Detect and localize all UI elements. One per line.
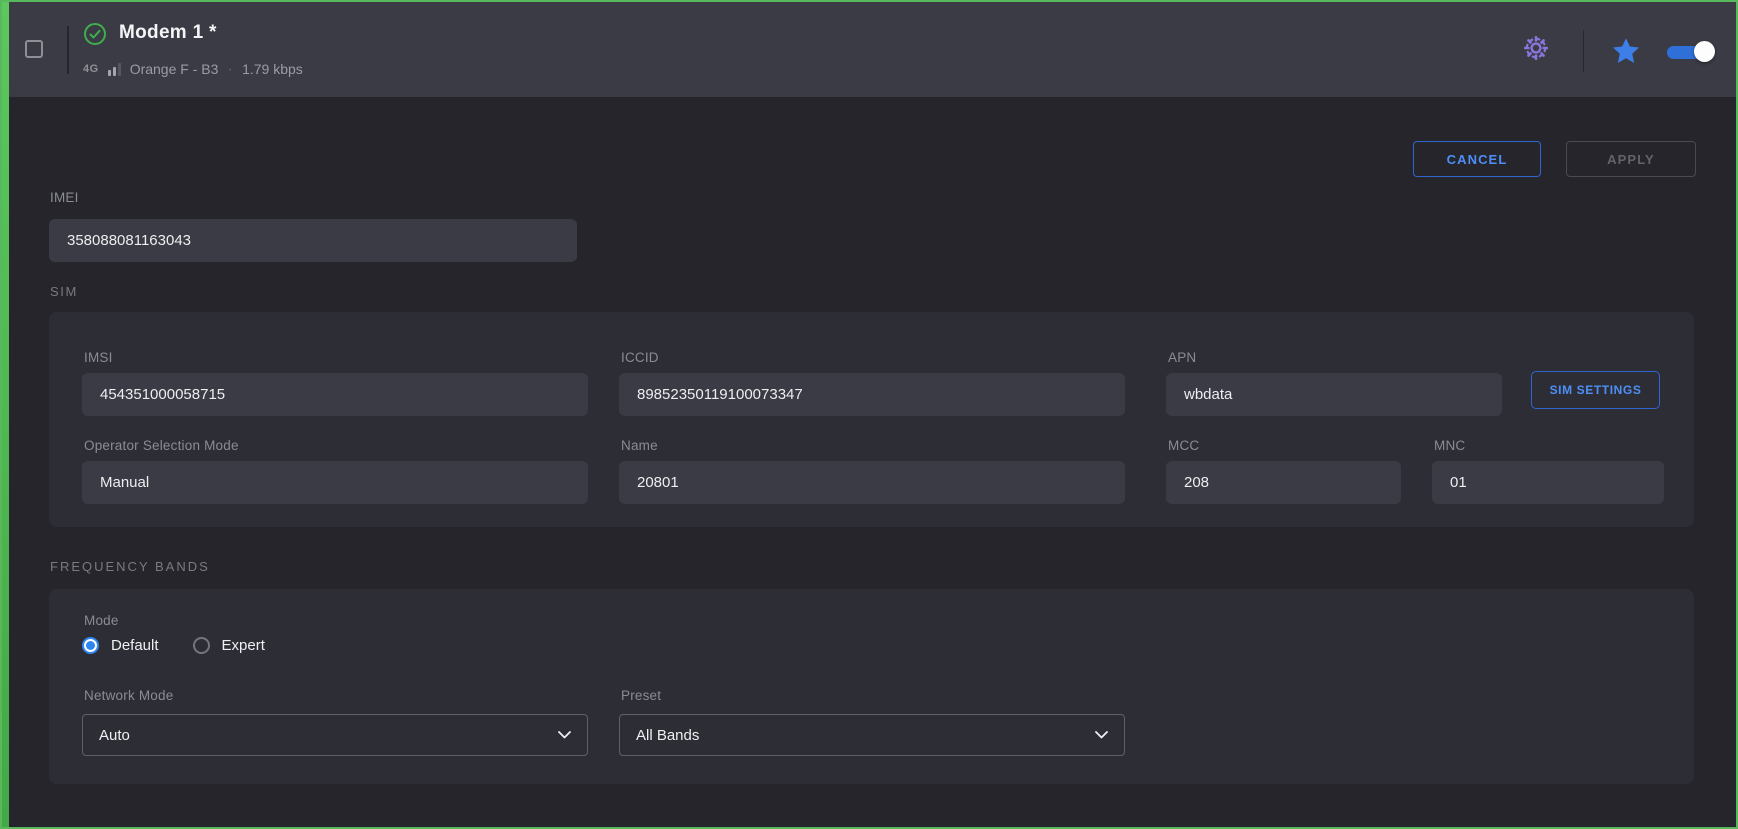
radio-selected-icon (82, 637, 99, 654)
operator-selection-mode-label: Operator Selection Mode (84, 438, 239, 453)
frequency-bands-section-label: FREQUENCY BANDS (50, 559, 210, 574)
network-mode-value: Auto (99, 727, 130, 744)
radio-default-label: Default (111, 637, 159, 654)
iccid-label: ICCID (621, 350, 659, 365)
mode-radio-group: Default Expert (82, 637, 265, 654)
preset-dropdown[interactable]: All Bands (619, 714, 1125, 756)
mode-label: Mode (84, 613, 119, 628)
signal-bars-icon (108, 63, 121, 76)
select-modem-checkbox[interactable] (25, 40, 43, 58)
operator-label: Orange F - B3 (130, 61, 219, 77)
sim-panel: IMSI ICCID APN SIM SETTINGS Operator Sel… (49, 312, 1694, 527)
cancel-button[interactable]: CANCEL (1413, 141, 1541, 177)
iccid-input[interactable] (619, 373, 1125, 416)
operator-selection-mode-input[interactable] (82, 461, 588, 504)
radio-expert-label: Expert (222, 637, 265, 654)
header-divider (67, 26, 69, 74)
apn-label: APN (1168, 350, 1196, 365)
mnc-label: MNC (1434, 438, 1465, 453)
frequency-bands-panel: Mode Default Expert Network Mode Auto Pr… (49, 589, 1694, 784)
selected-accent-strip (2, 2, 9, 827)
preset-value: All Bands (636, 727, 699, 744)
radio-unselected-icon (193, 637, 210, 654)
network-tech-label: 4G (83, 63, 99, 75)
preset-label: Preset (621, 688, 661, 703)
apn-input[interactable] (1166, 373, 1502, 416)
imsi-input[interactable] (82, 373, 588, 416)
header-right-divider (1583, 30, 1584, 72)
star-icon[interactable] (1611, 36, 1641, 66)
sim-section-label: SIM (50, 284, 78, 299)
modem-status-row: 4G Orange F - B3 · 1.79 kbps (83, 60, 303, 78)
bitrate-label: 1.79 kbps (242, 61, 303, 77)
network-mode-dropdown[interactable]: Auto (82, 714, 588, 756)
chevron-down-icon (558, 731, 571, 739)
modem-settings-window: Modem 1 * 4G Orange F - B3 · 1.79 kbps (0, 0, 1738, 829)
mcc-label: MCC (1168, 438, 1199, 453)
dot-separator: · (227, 64, 233, 74)
radio-expert[interactable]: Expert (193, 637, 265, 654)
mnc-input[interactable] (1432, 461, 1664, 504)
gear-icon[interactable] (1519, 31, 1553, 65)
imsi-label: IMSI (84, 350, 113, 365)
name-input[interactable] (619, 461, 1125, 504)
name-label: Name (621, 438, 658, 453)
radio-default[interactable]: Default (82, 637, 159, 654)
modem-title: Modem 1 * (119, 22, 217, 44)
sim-settings-button[interactable]: SIM SETTINGS (1531, 371, 1660, 409)
network-mode-label: Network Mode (84, 688, 173, 703)
apply-button[interactable]: APPLY (1566, 141, 1696, 177)
toggle-knob (1694, 41, 1715, 62)
modem-header: Modem 1 * 4G Orange F - B3 · 1.79 kbps (9, 2, 1736, 97)
mcc-input[interactable] (1166, 461, 1401, 504)
imei-label: IMEI (50, 190, 79, 205)
modem-enabled-toggle[interactable] (1665, 40, 1715, 64)
check-circle-icon (83, 22, 107, 46)
imei-input[interactable] (49, 219, 577, 262)
chevron-down-icon (1095, 731, 1108, 739)
